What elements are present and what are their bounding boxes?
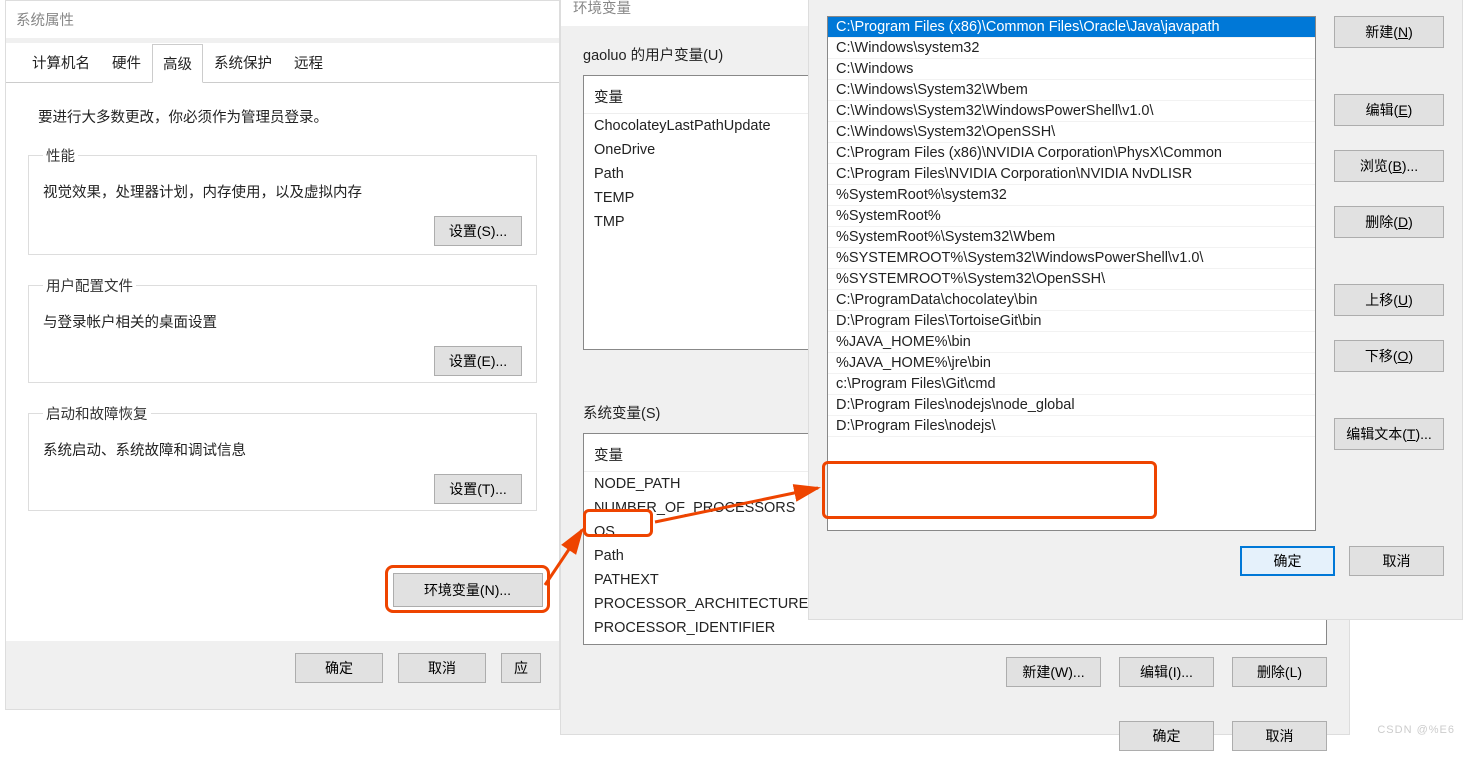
- admin-note: 要进行大多数更改，你必须作为管理员登录。: [38, 106, 537, 127]
- dialog-body: C:\Program Files (x86)\Common Files\Orac…: [809, 0, 1462, 536]
- new-button[interactable]: 新建(N): [1334, 16, 1444, 48]
- path-row[interactable]: C:\Program Files (x86)\Common Files\Orac…: [828, 17, 1315, 38]
- path-row[interactable]: C:\Program Files (x86)\NVIDIA Corporatio…: [828, 143, 1315, 164]
- group-legend: 启动和故障恢复: [43, 403, 151, 424]
- path-row[interactable]: %JAVA_HOME%\jre\bin: [828, 353, 1315, 374]
- group-legend: 性能: [43, 145, 78, 166]
- delete-button[interactable]: 删除(L): [1232, 657, 1327, 687]
- user-profile-group: 用户配置文件 与登录帐户相关的桌面设置 设置(E)...: [28, 275, 537, 383]
- edit-button[interactable]: 编辑(I)...: [1119, 657, 1214, 687]
- profile-settings-button[interactable]: 设置(E)...: [434, 346, 522, 376]
- path-row[interactable]: C:\Windows\System32\OpenSSH\: [828, 122, 1315, 143]
- tab-remote[interactable]: 远程: [283, 43, 334, 82]
- group-desc: 与登录帐户相关的桌面设置: [43, 311, 522, 332]
- env-vars-highlight: 环境变量(N)...: [385, 565, 550, 613]
- tab-bar: 计算机名 硬件 高级 系统保护 远程: [6, 43, 559, 83]
- apply-button[interactable]: 应: [501, 653, 541, 683]
- edit-text-button[interactable]: 编辑文本(T)...: [1334, 418, 1444, 450]
- tab-system-protection[interactable]: 系统保护: [203, 43, 283, 82]
- dialog-footer: 确定 取消 应: [6, 641, 559, 695]
- ok-button[interactable]: 确定: [1240, 546, 1335, 576]
- path-row[interactable]: C:\ProgramData\chocolatey\bin: [828, 290, 1315, 311]
- sys-btn-row: 新建(W)... 编辑(I)... 删除(L): [583, 657, 1327, 687]
- ok-button[interactable]: 确定: [295, 653, 383, 683]
- tab-advanced[interactable]: 高级: [152, 44, 203, 83]
- move-up-button[interactable]: 上移(U): [1334, 284, 1444, 316]
- path-row[interactable]: C:\Windows\System32\WindowsPowerShell\v1…: [828, 101, 1315, 122]
- path-row[interactable]: %SystemRoot%: [828, 206, 1315, 227]
- path-row[interactable]: %SYSTEMROOT%\System32\WindowsPowerShell\…: [828, 248, 1315, 269]
- performance-group: 性能 视觉效果，处理器计划，内存使用，以及虚拟内存 设置(S)...: [28, 145, 537, 255]
- path-row[interactable]: C:\Windows\system32: [828, 38, 1315, 59]
- side-buttons: 新建(N) 编辑(E) 浏览(B)... 删除(D) 上移(U) 下移(O) 编…: [1334, 16, 1444, 531]
- dialog-footer: 确定 取消: [561, 717, 1349, 763]
- path-row[interactable]: C:\Windows\System32\Wbem: [828, 80, 1315, 101]
- group-desc: 视觉效果，处理器计划，内存使用，以及虚拟内存: [43, 181, 522, 202]
- cancel-button[interactable]: 取消: [398, 653, 486, 683]
- new-button[interactable]: 新建(W)...: [1006, 657, 1101, 687]
- path-row[interactable]: %SYSTEMROOT%\System32\OpenSSH\: [828, 269, 1315, 290]
- edit-path-dialog: C:\Program Files (x86)\Common Files\Orac…: [808, 0, 1463, 620]
- startup-settings-button[interactable]: 设置(T)...: [434, 474, 522, 504]
- edit-button[interactable]: 编辑(E): [1334, 94, 1444, 126]
- path-row[interactable]: C:\Program Files\NVIDIA Corporation\NVID…: [828, 164, 1315, 185]
- path-row-nodejs-global[interactable]: D:\Program Files\nodejs\node_global: [828, 395, 1315, 416]
- dialog-footer: 确定 取消: [809, 536, 1462, 586]
- group-desc: 系统启动、系统故障和调试信息: [43, 439, 522, 460]
- move-down-button[interactable]: 下移(O): [1334, 340, 1444, 372]
- path-row[interactable]: %SystemRoot%\system32: [828, 185, 1315, 206]
- env-vars-button[interactable]: 环境变量(N)...: [393, 573, 543, 607]
- path-row[interactable]: %JAVA_HOME%\bin: [828, 332, 1315, 353]
- path-row[interactable]: C:\Windows: [828, 59, 1315, 80]
- cancel-button[interactable]: 取消: [1232, 721, 1327, 751]
- cancel-button[interactable]: 取消: [1349, 546, 1444, 576]
- perf-settings-button[interactable]: 设置(S)...: [434, 216, 522, 246]
- path-row[interactable]: D:\Program Files\TortoiseGit\bin: [828, 311, 1315, 332]
- tab-hardware[interactable]: 硬件: [101, 43, 152, 82]
- delete-button[interactable]: 删除(D): [1334, 206, 1444, 238]
- group-legend: 用户配置文件: [43, 275, 136, 296]
- watermark: CSDN @%E6: [1377, 724, 1455, 736]
- browse-button[interactable]: 浏览(B)...: [1334, 150, 1444, 182]
- tab-computer-name[interactable]: 计算机名: [21, 43, 101, 82]
- dialog-body: 要进行大多数更改，你必须作为管理员登录。 性能 视觉效果，处理器计划，内存使用，…: [6, 83, 559, 641]
- path-row[interactable]: c:\Program Files\Git\cmd: [828, 374, 1315, 395]
- window-title: 系统属性: [6, 1, 559, 38]
- path-row[interactable]: %SystemRoot%\System32\Wbem: [828, 227, 1315, 248]
- ok-button[interactable]: 确定: [1119, 721, 1214, 751]
- path-row-nodejs[interactable]: D:\Program Files\nodejs\: [828, 416, 1315, 437]
- startup-group: 启动和故障恢复 系统启动、系统故障和调试信息 设置(T)...: [28, 403, 537, 511]
- path-list[interactable]: C:\Program Files (x86)\Common Files\Orac…: [827, 16, 1316, 531]
